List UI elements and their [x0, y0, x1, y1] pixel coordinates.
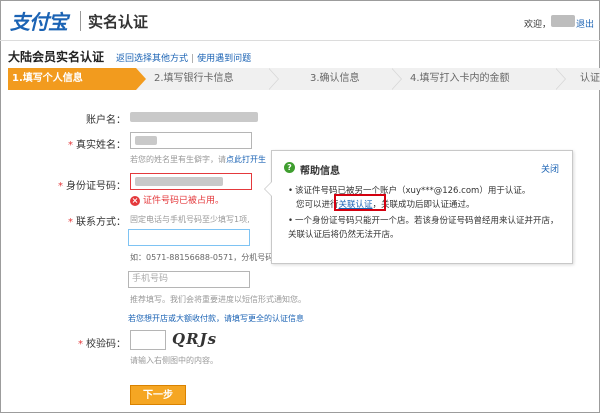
bullet: •: [288, 216, 294, 226]
captcha-label: * 校验码：: [60, 335, 126, 350]
logo-divider: [80, 11, 81, 31]
username-redacted: [551, 15, 575, 27]
popup-close-link[interactable]: 关闭: [541, 162, 559, 175]
realname-label-text: 真实姓名：: [76, 140, 126, 151]
popup-line-3: • 一个身份证号码只能开一个店。若该身份证号码曾经用来认证并开店，关联认证后将仍然…: [288, 214, 564, 242]
step-2: 2.填写银行卡信息: [154, 73, 234, 84]
link-separator: |: [191, 54, 195, 64]
phone-example: 如：0571-88156688-0571，分机号码: [130, 253, 274, 262]
id-number-input[interactable]: [130, 173, 252, 190]
required-mark: *: [78, 339, 83, 350]
realname-label: * 真实姓名：: [50, 136, 126, 151]
contact-hint: 固定电话与手机号码至少填写1项,: [130, 215, 250, 224]
step-3: 3.确认信息: [310, 73, 360, 84]
step-arrow-1: [136, 68, 146, 90]
section-title: 大陆会员实名认证: [8, 50, 105, 64]
help-question-icon: ?: [284, 162, 295, 173]
error-icon: ×: [130, 196, 140, 206]
realname-hint: 若您的姓名里有生僻字，请点此打开生: [130, 154, 266, 165]
page-title: 实名认证: [88, 13, 149, 31]
step-4: 4.填写打入卡内的金额: [410, 73, 510, 84]
popup-body: • 该证件号码已被另一个账户（xuy***@126.com）用于认证。 您可以进行…: [288, 184, 564, 242]
account-value-redacted: [130, 112, 258, 122]
popup-title: 帮助信息: [300, 166, 340, 177]
required-mark: *: [58, 181, 63, 192]
mobile-hint: 推荐填写。我们会将重要进度以短信形式通知您。: [130, 295, 306, 304]
popup-line2-text: 您可以进行: [296, 200, 339, 210]
popup-line-1: • 该证件号码已被另一个账户（xuy***@126.com）用于认证。: [288, 184, 564, 198]
next-step-button[interactable]: 下一步: [130, 385, 186, 405]
logout-link[interactable]: 退出: [576, 17, 594, 30]
title-links: 返回选择其他方式 | 使用遇到问题: [116, 51, 251, 64]
id-error-text: 证件号码已被占用。: [143, 196, 225, 206]
id-label-text: 身份证号码：: [66, 181, 126, 192]
captcha-label-text: 校验码：: [86, 339, 126, 350]
contact-label: * 联系方式：: [50, 213, 126, 228]
id-error-message: × 证件号码已被占用。: [130, 193, 224, 206]
step-arrow-3: [391, 68, 402, 90]
step-arrow-4: [555, 68, 566, 90]
mobile-placeholder: 手机号码: [132, 274, 169, 284]
alipay-logo[interactable]: 支付宝: [10, 6, 68, 35]
help-problem-link[interactable]: 使用遇到问题: [197, 54, 251, 64]
popup-line-2: 您可以进行关联认证，关联成功后即认证通过。: [288, 198, 564, 212]
welcome-text: 欢迎，: [524, 20, 552, 30]
bullet: •: [288, 186, 294, 196]
popup-line3-text: 一个身份证号码只能开一个店。若该身份证号码曾经用来认证并开店，关联认证后将仍然无…: [288, 216, 559, 240]
realname-value-redacted: [135, 136, 157, 145]
highlight-box: [334, 194, 386, 211]
popup-line2-end: ，关联成功后即认证通过。: [372, 200, 475, 210]
captcha-hint: 请输入右侧图中的内容。: [130, 356, 218, 365]
progress-steps: 1.填写个人信息 2.填写银行卡信息 3.确认信息 4.填写打入卡内的金额 认证: [8, 68, 600, 90]
header: 支付宝 实名认证 欢迎， 退出: [0, 0, 600, 41]
popup-line1-end: ）用于认证。: [479, 186, 531, 196]
step-arrow-2: [268, 68, 279, 90]
required-mark: *: [68, 217, 73, 228]
id-value-redacted: [135, 177, 223, 186]
full-info-link[interactable]: 若您想开店或大额收付款，请填写更全的认证信息: [128, 313, 304, 324]
captcha-image[interactable]: QRJs: [172, 330, 217, 348]
id-label: * 身份证号码：: [30, 177, 126, 192]
step-5: 认证: [580, 73, 600, 84]
step-1: 1.填写个人信息: [8, 68, 136, 90]
realname-hint-text: 若您的姓名里有生僻字，请: [130, 155, 226, 164]
mobile-input[interactable]: 手机号码: [128, 271, 250, 288]
masked-email: xuy***@126.com: [405, 186, 480, 196]
popup-pointer: [264, 181, 272, 197]
other-method-link[interactable]: 返回选择其他方式: [116, 54, 188, 64]
captcha-input[interactable]: [130, 330, 166, 350]
realname-input[interactable]: [130, 132, 252, 149]
required-mark: *: [68, 140, 73, 151]
landline-input[interactable]: [128, 229, 250, 246]
help-popup: ? 帮助信息 关闭 • 该证件号码已被另一个账户（xuy***@126.com）用…: [264, 150, 573, 264]
rare-char-link[interactable]: 点此打开生: [226, 155, 266, 164]
contact-label-text: 联系方式：: [76, 217, 126, 228]
account-label: 账户名：: [86, 115, 126, 126]
